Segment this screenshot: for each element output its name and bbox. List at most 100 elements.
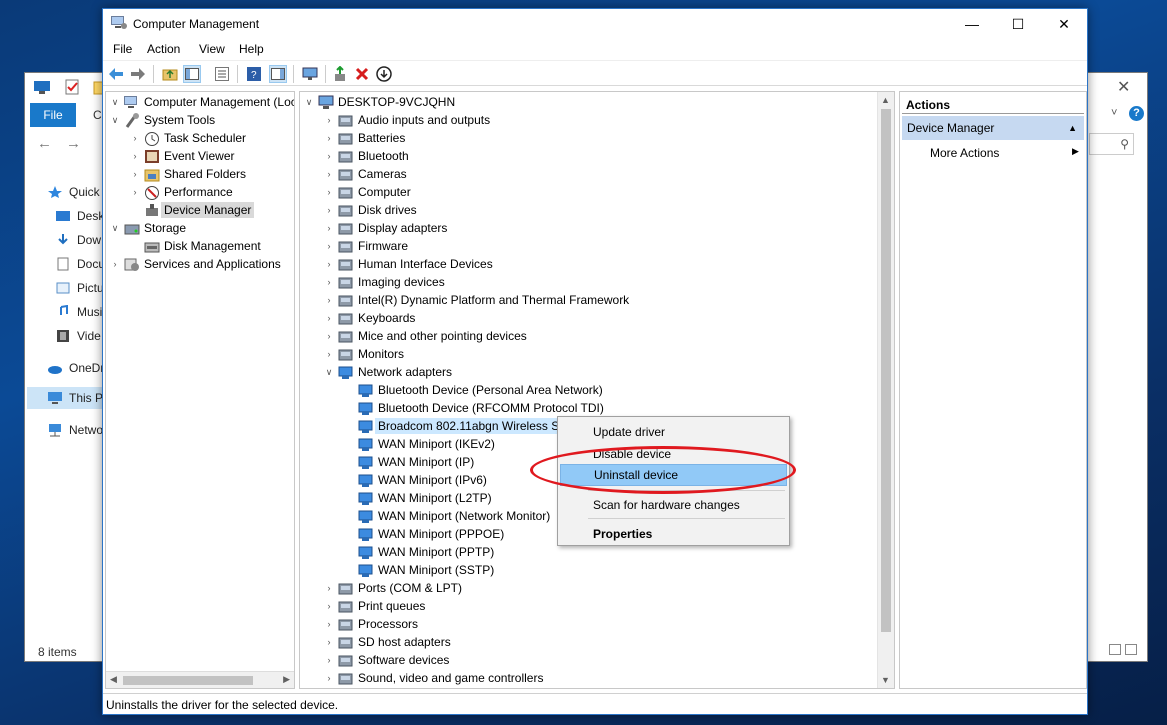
device-category[interactable]: › Firmware <box>324 237 409 255</box>
tiles-view-icon[interactable] <box>1125 644 1137 655</box>
ribbon-expand-icon[interactable]: ˅ <box>1111 107 1117 119</box>
device-category-network-adapters[interactable]: ∨ Network adapters <box>324 363 452 381</box>
show-hide-console-tree-button[interactable] <box>183 65 201 83</box>
tree-services-and-applications[interactable]: › Services and Applications <box>110 255 281 273</box>
expand-arrow-icon[interactable]: › <box>110 259 120 269</box>
scroll-thumb[interactable] <box>123 676 253 685</box>
device-category[interactable]: › Batteries <box>324 129 406 147</box>
collapse-arrow-icon[interactable]: ∨ <box>304 97 314 108</box>
expand-arrow-icon[interactable]: › <box>324 205 334 215</box>
device-tree-vertical-scrollbar[interactable]: ▲ ▼ <box>877 92 894 688</box>
left-pane-horizontal-scrollbar[interactable]: ◀ ▶ <box>106 671 294 688</box>
expand-arrow-icon[interactable]: › <box>130 133 140 143</box>
forward-arrow-icon[interactable]: → <box>66 135 95 152</box>
menu-view[interactable]: View <box>199 42 225 56</box>
explorer-file-tab[interactable]: File <box>30 103 76 127</box>
scroll-down-icon[interactable]: ▼ <box>881 675 890 685</box>
nav-item-videos[interactable]: Vide <box>55 325 101 347</box>
more-actions-item[interactable]: More Actions <box>930 146 999 160</box>
tree-disk-management[interactable]: Disk Management <box>144 237 261 255</box>
tree-task-scheduler[interactable]: › Task Scheduler <box>130 129 246 147</box>
device-category[interactable]: › Ports (COM & LPT) <box>324 579 463 597</box>
nav-item-music[interactable]: Musi <box>55 301 102 323</box>
expand-arrow-icon[interactable]: › <box>130 151 140 161</box>
network-adapter-item[interactable]: WAN Miniport (L2TP) <box>358 489 492 507</box>
tree-shared-folders[interactable]: › Shared Folders <box>130 165 246 183</box>
expand-arrow-icon[interactable]: › <box>324 349 334 359</box>
expand-arrow-icon[interactable]: › <box>324 619 334 629</box>
device-category[interactable]: › Software devices <box>324 651 450 669</box>
device-category[interactable]: › Imaging devices <box>324 273 445 291</box>
export-list-button[interactable] <box>213 65 231 83</box>
expand-arrow-icon[interactable]: › <box>324 295 334 305</box>
network-adapter-item[interactable]: WAN Miniport (SSTP) <box>358 561 494 579</box>
device-category[interactable]: › Cameras <box>324 165 407 183</box>
scroll-left-icon[interactable]: ◀ <box>110 674 117 685</box>
tree-system-tools[interactable]: ∨ System Tools <box>110 111 215 129</box>
actions-section-device-manager[interactable]: Device Manager ▲ <box>902 116 1084 140</box>
nav-item-quick-access[interactable]: Quick <box>47 181 100 203</box>
tree-device-manager[interactable]: Device Manager <box>144 201 255 219</box>
back-button[interactable] <box>107 65 125 83</box>
nav-item-documents[interactable]: Docu <box>55 253 105 275</box>
enable-device-button[interactable] <box>375 65 393 83</box>
expand-arrow-icon[interactable]: › <box>324 601 334 611</box>
collapse-arrow-icon[interactable]: ∨ <box>110 115 120 126</box>
show-hide-action-pane-button[interactable] <box>269 65 287 83</box>
expand-arrow-icon[interactable]: › <box>130 187 140 197</box>
device-category[interactable]: › Keyboards <box>324 309 416 327</box>
network-adapter-item[interactable]: Broadcom 802.11abgn Wireless SD <box>358 417 571 435</box>
device-category[interactable]: › Computer <box>324 183 411 201</box>
menu-help[interactable]: Help <box>239 42 264 56</box>
explorer-computer-tab[interactable]: C <box>93 108 102 122</box>
menu-action[interactable]: Action <box>147 42 180 56</box>
expand-arrow-icon[interactable]: › <box>324 673 334 683</box>
nav-item-pictures[interactable]: Pictu <box>55 277 104 299</box>
network-adapter-item[interactable]: Bluetooth Device (RFCOMM Protocol TDI) <box>358 399 604 417</box>
tree-event-viewer[interactable]: › Event Viewer <box>130 147 235 165</box>
expand-arrow-icon[interactable]: › <box>324 277 334 287</box>
device-category[interactable]: › Audio inputs and outputs <box>324 111 491 129</box>
tree-root-computer-management[interactable]: ∨ Computer Management (Local <box>110 93 294 111</box>
network-adapter-item[interactable]: Bluetooth Device (Personal Area Network) <box>358 381 603 399</box>
expand-arrow-icon[interactable]: › <box>324 133 334 143</box>
menu-file[interactable]: File <box>113 42 132 56</box>
tree-performance[interactable]: › Performance <box>130 183 233 201</box>
computer-view-button[interactable] <box>301 65 319 83</box>
up-level-button[interactable] <box>161 65 179 83</box>
scroll-up-icon[interactable]: ▲ <box>881 95 890 105</box>
network-adapter-item[interactable]: WAN Miniport (PPTP) <box>358 543 494 561</box>
collapse-triangle-icon[interactable]: ▲ <box>1068 123 1077 133</box>
explorer-search-input[interactable]: ⚲ <box>1089 133 1134 155</box>
device-category[interactable]: › Intel(R) Dynamic Platform and Thermal F… <box>324 291 630 309</box>
expand-arrow-icon[interactable]: › <box>324 241 334 251</box>
menu-item-update-driver[interactable]: Update driver <box>560 421 787 443</box>
back-arrow-icon[interactable]: ← <box>37 135 66 152</box>
minimize-button[interactable]: — <box>949 9 995 39</box>
device-category[interactable]: › Sound, video and game controllers <box>324 669 544 687</box>
help-icon[interactable]: ? <box>1129 106 1144 121</box>
device-category[interactable]: › Monitors <box>324 345 405 363</box>
menu-item-scan-hardware[interactable]: Scan for hardware changes <box>560 494 787 516</box>
network-adapter-item[interactable]: WAN Miniport (IKEv2) <box>358 435 495 453</box>
device-category[interactable]: › Display adapters <box>324 219 448 237</box>
expand-arrow-icon[interactable]: › <box>324 637 334 647</box>
help-button[interactable]: ? <box>245 65 263 83</box>
explorer-close-icon[interactable]: ✕ <box>1117 77 1130 97</box>
collapse-arrow-icon[interactable]: ∨ <box>110 97 120 108</box>
menu-item-disable-device[interactable]: Disable device <box>560 443 787 465</box>
expand-arrow-icon[interactable]: › <box>324 115 334 125</box>
device-category[interactable]: › Disk drives <box>324 201 417 219</box>
collapse-arrow-icon[interactable]: ∨ <box>110 223 120 234</box>
maximize-button[interactable]: ☐ <box>995 9 1041 39</box>
device-category[interactable]: › Bluetooth <box>324 147 409 165</box>
device-category[interactable]: › Print queues <box>324 597 426 615</box>
device-category[interactable]: › Mice and other pointing devices <box>324 327 527 345</box>
nav-item-downloads[interactable]: Dow <box>55 229 101 251</box>
scroll-thumb[interactable] <box>881 109 891 632</box>
expand-arrow-icon[interactable]: › <box>324 151 334 161</box>
uninstall-device-button[interactable] <box>353 65 371 83</box>
device-category[interactable]: › SD host adapters <box>324 633 451 651</box>
nav-item-network[interactable]: Netwo <box>47 419 103 441</box>
menu-item-uninstall-device[interactable]: Uninstall device <box>560 464 787 486</box>
